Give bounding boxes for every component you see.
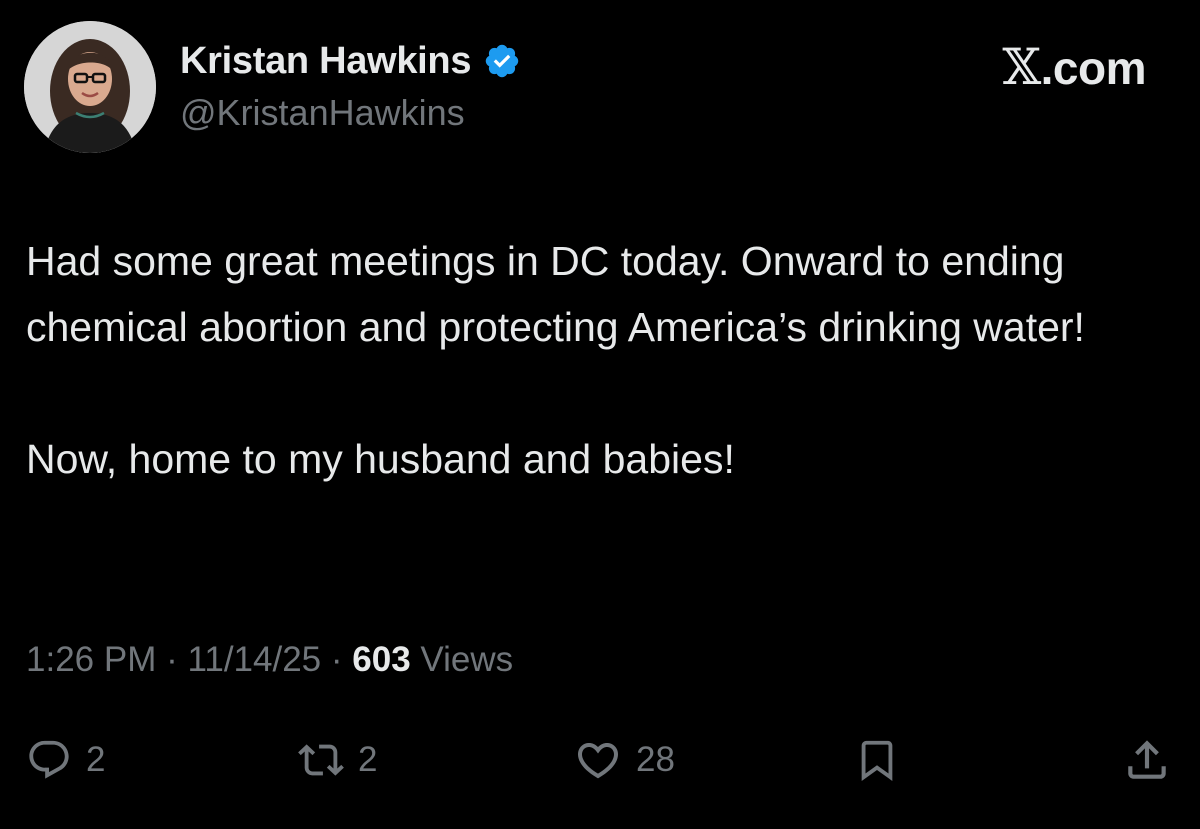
like-button[interactable]: 28 — [574, 728, 675, 792]
meta-separator: · — [166, 640, 178, 679]
retweet-icon — [298, 744, 344, 776]
author-avatar[interactable] — [24, 21, 156, 153]
tweet-paragraph: Had some great meetings in DC today. Onw… — [26, 238, 1085, 350]
author-display-name[interactable]: Kristan Hawkins — [180, 40, 471, 83]
author-name-row: Kristan Hawkins — [180, 38, 521, 84]
share-button[interactable] — [1122, 728, 1172, 792]
reply-count: 2 — [86, 740, 106, 779]
tweet-paragraph: Now, home to my husband and babies! — [26, 436, 735, 482]
brand-domain: .com — [1040, 42, 1147, 94]
bookmark-icon — [861, 740, 893, 781]
author-handle[interactable]: @KristanHawkins — [180, 92, 521, 134]
heart-icon — [577, 743, 619, 779]
like-count: 28 — [636, 740, 675, 779]
verified-badge-icon — [483, 42, 521, 80]
tweet-time[interactable]: 1:26 PM — [26, 640, 156, 679]
x-com-watermark: 𝕏.com — [1002, 38, 1146, 96]
reply-icon — [29, 740, 69, 779]
x-logo-icon: 𝕏 — [1002, 38, 1041, 96]
retweet-count: 2 — [358, 740, 378, 779]
views-label: Views — [420, 640, 514, 679]
tweet-action-bar: 2 2 28 — [0, 728, 1200, 792]
tweet: Kristan Hawkins @KristanHawkins 𝕏.com Ha… — [0, 0, 1200, 829]
share-icon — [1128, 740, 1166, 779]
author-info: Kristan Hawkins @KristanHawkins — [180, 38, 521, 134]
bookmark-button[interactable] — [854, 728, 900, 792]
meta-separator: · — [330, 640, 343, 679]
tweet-text: Had some great meetings in DC today. Onw… — [26, 228, 1186, 492]
reply-button[interactable]: 2 — [26, 728, 105, 792]
tweet-metadata: 1:26 PM · 11/14/25 · 603 Views — [26, 640, 513, 680]
tweet-date[interactable]: 11/14/25 — [187, 640, 321, 679]
profile-photo — [24, 21, 156, 153]
retweet-button[interactable]: 2 — [298, 728, 377, 792]
views-count: 603 — [352, 640, 411, 679]
